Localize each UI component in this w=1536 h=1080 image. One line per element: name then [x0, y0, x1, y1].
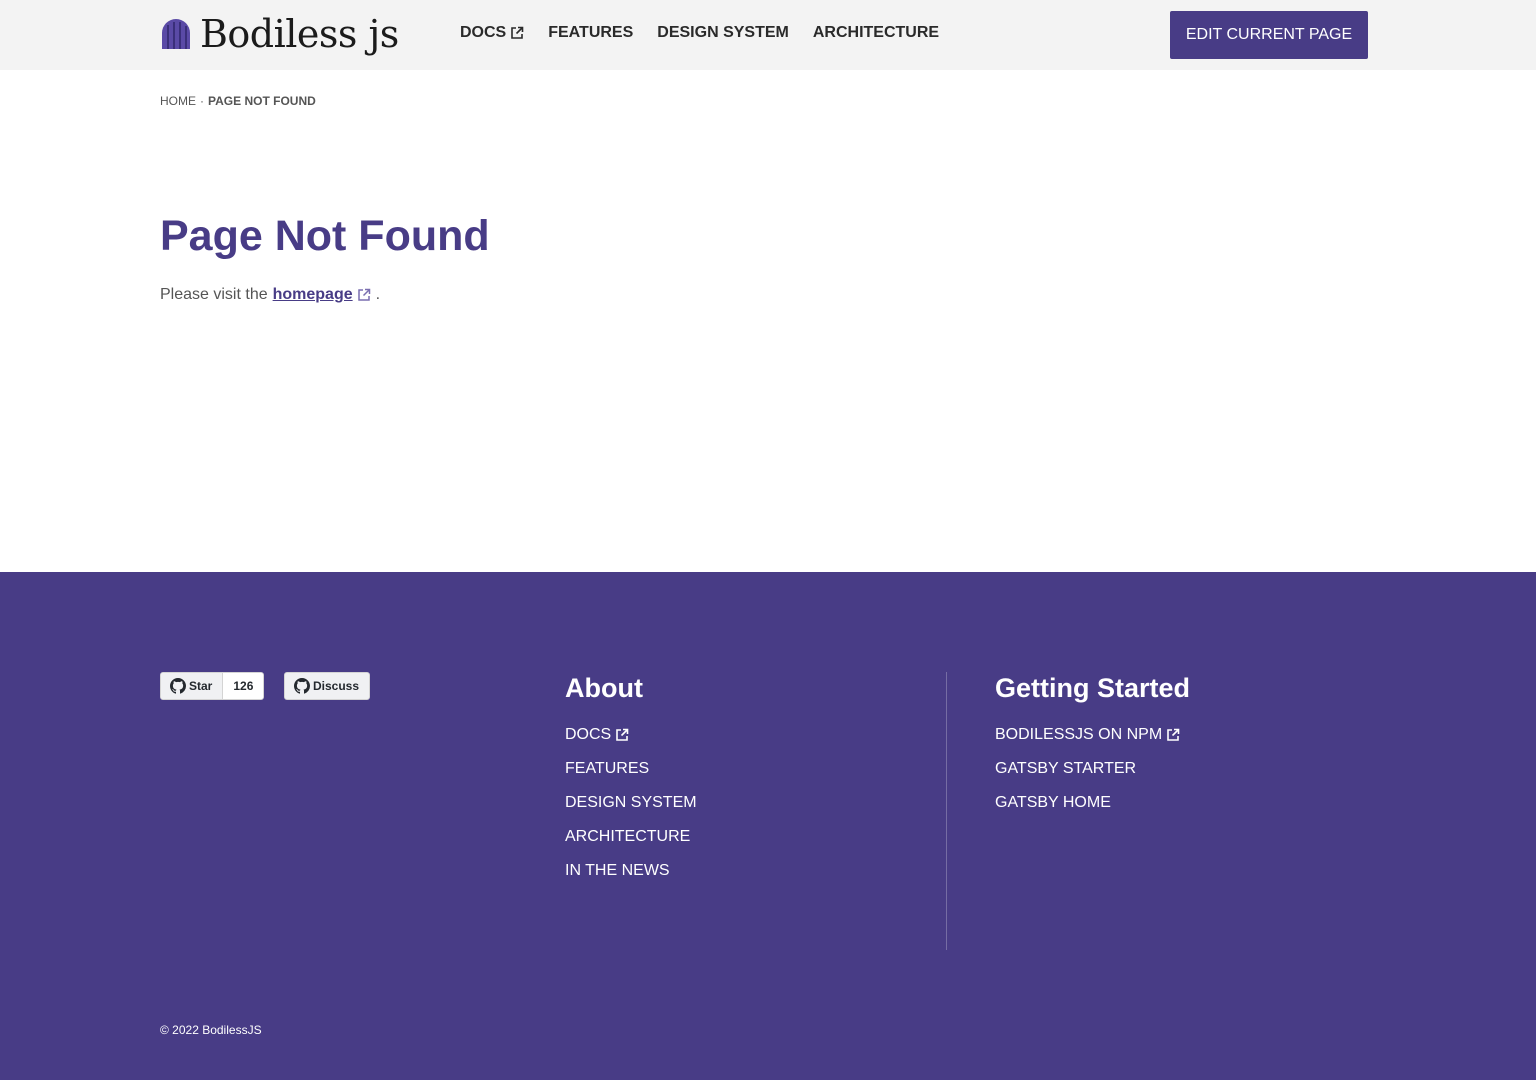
external-link-icon: [357, 288, 370, 301]
github-discuss-button[interactable]: Discuss: [284, 672, 371, 700]
footer-link-architecture[interactable]: ARCHITECTURE: [565, 827, 697, 847]
message-period: .: [375, 286, 381, 303]
footer-link-gatsby-home[interactable]: GATSBY HOME: [995, 793, 1190, 813]
nav-item-label: DOCS: [460, 24, 507, 41]
site-header: Bodiless js DOCS FEATURES DESIGN SYSTEM …: [0, 0, 1536, 70]
footer-divider: [946, 672, 947, 950]
edit-current-page-button[interactable]: EDIT CURRENT PAGE: [1170, 11, 1368, 59]
footer-about-title: About: [565, 673, 643, 703]
github-star-button[interactable]: Star: [161, 673, 224, 699]
nav-item-features[interactable]: FEATURES: [548, 24, 633, 42]
breadcrumb-separator: ·: [200, 94, 204, 108]
message-text: Please visit the: [160, 286, 268, 303]
external-link-icon: [616, 728, 629, 741]
footer-link-label: DOCS: [565, 726, 612, 743]
breadcrumb: HOME · PAGE NOT FOUND: [160, 94, 316, 108]
footer-link-docs[interactable]: DOCS: [565, 725, 697, 745]
nav-item-architecture[interactable]: ARCHITECTURE: [813, 24, 939, 42]
footer-getting-started-title: Getting Started: [995, 673, 1191, 703]
logo-text: Bodiless js: [200, 12, 399, 56]
footer-link-features[interactable]: FEATURES: [565, 759, 697, 779]
github-discuss-label: Discuss: [313, 679, 360, 693]
breadcrumb-current: PAGE NOT FOUND: [208, 94, 316, 108]
footer-link-in-the-news[interactable]: IN THE NEWS: [565, 861, 697, 881]
github-icon: [170, 678, 186, 694]
bodiless-logo-icon: [162, 19, 190, 49]
github-star-label: Star: [189, 679, 213, 693]
footer-link-gatsby-starter[interactable]: GATSBY STARTER: [995, 759, 1190, 779]
nav-item-docs[interactable]: DOCS: [460, 24, 524, 42]
nav-item-label: FEATURES: [548, 24, 634, 41]
site-footer: Star 126 Discuss About DOCS FEATURES DES…: [0, 572, 1536, 1080]
footer-getting-started-column: Getting Started BODILESSJS ON NPM GATSBY…: [995, 672, 1190, 827]
nav-item-design-system[interactable]: DESIGN SYSTEM: [657, 24, 789, 42]
github-icon: [294, 678, 310, 694]
external-link-icon: [1167, 728, 1180, 741]
main-nav: DOCS FEATURES DESIGN SYSTEM ARCHITECTURE: [460, 24, 963, 42]
site-logo[interactable]: Bodiless js: [160, 14, 399, 54]
nav-item-label: ARCHITECTURE: [812, 24, 940, 41]
footer-link-label: BODILESSJS ON NPM: [995, 726, 1163, 743]
copyright: © 2022 BodilessJS: [160, 1023, 262, 1037]
homepage-link[interactable]: homepage: [273, 286, 353, 304]
footer-link-design-system[interactable]: DESIGN SYSTEM: [565, 793, 697, 813]
nav-item-label: DESIGN SYSTEM: [657, 24, 789, 41]
breadcrumb-home-link[interactable]: HOME: [160, 94, 196, 108]
page-message: Please visit the homepage .: [160, 286, 380, 304]
external-link-icon: [511, 26, 524, 39]
github-star-widget[interactable]: Star 126: [160, 672, 265, 700]
footer-link-npm[interactable]: BODILESSJS ON NPM: [995, 725, 1190, 745]
footer-about-column: About DOCS FEATURES DESIGN SYSTEM ARCHIT…: [565, 672, 697, 895]
github-star-count[interactable]: 126: [223, 673, 264, 699]
page-title: Page Not Found: [160, 212, 490, 260]
